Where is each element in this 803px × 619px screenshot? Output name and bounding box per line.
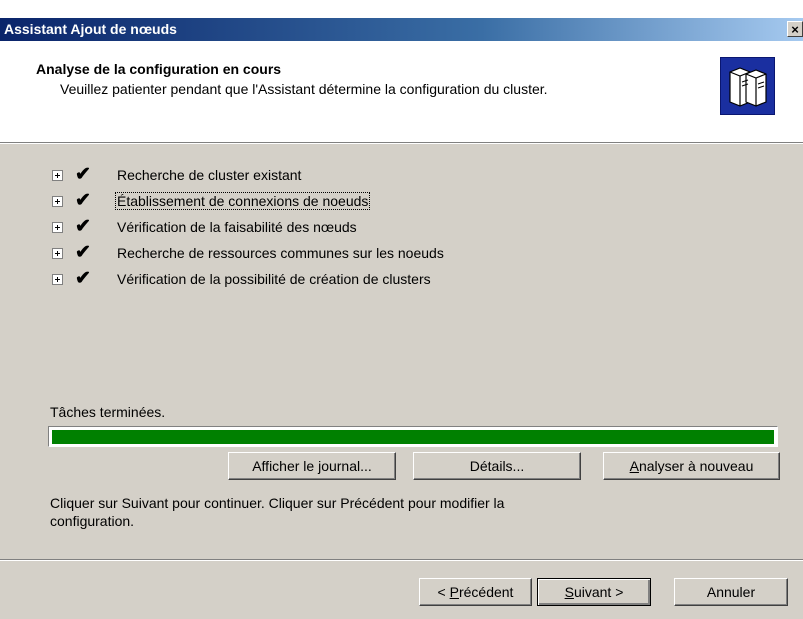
instructions-text: Cliquer sur Suivant pour continuer. Cliq… [50, 495, 505, 529]
expand-plus-icon[interactable] [52, 222, 63, 233]
close-button[interactable]: × [787, 21, 803, 37]
title-bar[interactable]: Assistant Ajout de nœuds × [0, 18, 803, 41]
tree-item-label: Recherche de cluster existant [117, 167, 302, 183]
back-button[interactable]: < Précédent [419, 578, 532, 606]
expand-plus-icon[interactable] [52, 170, 63, 181]
tree-item-label: Établissement de connexions de noeuds [115, 192, 371, 210]
back-label: récédent [458, 584, 514, 600]
page-title: Analyse de la configuration en cours [36, 61, 282, 77]
tree-item-label: Vérification de la possibilité de créati… [117, 271, 431, 287]
next-button[interactable]: Suivant > [537, 578, 651, 606]
progress-fill [52, 430, 774, 444]
cancel-button[interactable]: Annuler [674, 578, 788, 606]
expand-plus-icon[interactable] [52, 196, 63, 207]
status-text: Tâches terminées. [50, 404, 166, 420]
checkmark-icon: ✔ [75, 242, 91, 263]
checkmark-icon: ✔ [75, 216, 91, 237]
reanalyze-button[interactable]: Analyser à nouveau [603, 452, 780, 480]
checkmark-icon: ✔ [75, 190, 91, 211]
checkmark-icon: ✔ [75, 268, 91, 289]
reanalyze-access-key: A [629, 458, 639, 474]
expand-plus-icon[interactable] [52, 248, 63, 259]
tree-item-label: Vérification de la faisabilité des nœuds [117, 219, 357, 235]
view-log-button[interactable]: Afficher le journal... [228, 452, 396, 480]
servers-icon [720, 57, 775, 115]
expand-plus-icon[interactable] [52, 274, 63, 285]
back-prefix: < [437, 584, 450, 600]
checkmark-icon: ✔ [75, 164, 91, 185]
page-subtitle: Veuillez patienter pendant que l'Assista… [60, 81, 548, 97]
next-label: uivant > [573, 584, 624, 600]
add-nodes-wizard-window: Assistant Ajout de nœuds × Analyse de la… [0, 18, 803, 619]
progress-bar [48, 426, 778, 447]
next-access-key: S [564, 584, 574, 600]
wizard-header: Analyse de la configuration en cours Veu… [0, 41, 803, 143]
reanalyze-label: nalyser à nouveau [638, 458, 754, 474]
tree-item-label: Recherche de ressources communes sur les… [117, 245, 444, 261]
footer-separator [0, 559, 803, 561]
window-title: Assistant Ajout de nœuds [4, 21, 177, 37]
back-access-key: P [449, 584, 459, 600]
details-button[interactable]: Détails... [413, 452, 581, 480]
